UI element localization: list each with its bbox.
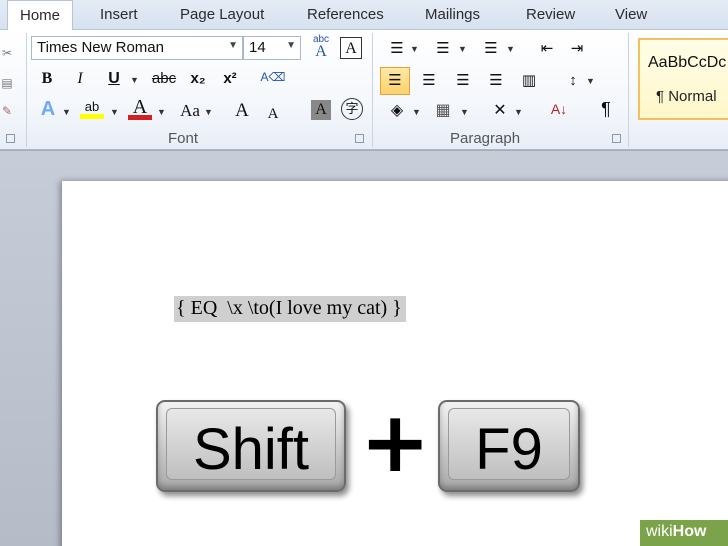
asian-layout-icon[interactable]: ✕ — [488, 100, 512, 122]
ribbon: ✂ ▤ ✎ Times New Roman ▼ 14 ▼ abc A A B I … — [0, 30, 728, 150]
field-code[interactable]: { EQ \x \to(I love my cat) } — [174, 296, 406, 322]
chevron-down-icon[interactable]: ▼ — [110, 107, 119, 117]
shift-key: Shift — [156, 400, 346, 492]
justify-icon[interactable]: ☰ — [485, 70, 507, 92]
ribbon-tabs: Home Insert Page Layout References Maili… — [0, 0, 728, 31]
clear-formatting-icon[interactable]: A⌫ — [260, 66, 286, 88]
font-color-label: A — [132, 96, 148, 118]
group-separator — [26, 33, 27, 147]
sort-button[interactable]: A↓ — [545, 98, 573, 120]
underline-button[interactable]: U — [104, 68, 124, 90]
chevron-down-icon[interactable]: ▼ — [412, 107, 421, 117]
style-name: ¶ Normal — [656, 88, 717, 105]
phonetic-guide-icon[interactable]: abc A — [309, 34, 333, 60]
borders-icon[interactable]: ▦ — [432, 100, 454, 122]
show-formatting-button[interactable]: ¶ — [596, 98, 616, 120]
highlight-button[interactable]: ab — [80, 96, 104, 119]
font-name-value: Times New Roman — [37, 39, 164, 56]
font-name-combo[interactable]: Times New Roman ▼ — [31, 36, 243, 60]
bullets-icon[interactable]: ☰ — [386, 38, 408, 60]
style-normal[interactable]: AaBbCcDc ¶ Normal — [638, 38, 728, 120]
paragraph-group-label: Paragraph — [450, 130, 521, 147]
bold-button[interactable]: B — [37, 68, 57, 90]
wikihow-watermark: wikiHow — [640, 520, 728, 546]
increase-indent-icon[interactable]: ⇥ — [566, 38, 588, 60]
group-separator — [628, 33, 629, 147]
chevron-down-icon: ▼ — [228, 40, 238, 51]
paragraph-dialog-launcher-icon[interactable] — [612, 134, 621, 143]
format-painter-icon[interactable]: ✎ — [0, 100, 14, 122]
character-border-icon[interactable]: A — [340, 37, 362, 59]
chevron-down-icon[interactable]: ▼ — [586, 76, 595, 86]
chevron-down-icon[interactable]: ▼ — [410, 44, 419, 54]
font-size-combo[interactable]: 14 ▼ — [243, 36, 301, 60]
align-left-button[interactable]: ☰ — [380, 67, 410, 95]
chevron-down-icon[interactable]: ▼ — [157, 107, 166, 117]
f9-key-label: F9 — [475, 417, 543, 482]
watermark-prefix: wiki — [646, 523, 673, 540]
clipboard-launcher-icon[interactable] — [6, 134, 15, 143]
copy-icon[interactable]: ▤ — [0, 72, 14, 94]
tab-mailings[interactable]: Mailings — [425, 6, 480, 23]
tab-view[interactable]: View — [615, 6, 647, 23]
text-effects-button[interactable]: A — [36, 98, 60, 120]
highlight-label: ab — [84, 99, 100, 114]
change-case-button[interactable]: Aa — [176, 100, 204, 122]
chevron-down-icon: ▼ — [286, 40, 296, 51]
superscript-button[interactable]: x² — [218, 68, 242, 90]
plus-sign: + — [360, 393, 431, 491]
character-shading-button[interactable]: A — [311, 100, 331, 120]
align-right-icon[interactable]: ☰ — [452, 70, 474, 92]
numbering-icon[interactable]: ☰ — [432, 38, 454, 60]
grow-font-button[interactable]: A — [232, 100, 252, 122]
shift-key-label: Shift — [192, 417, 310, 482]
style-sample: AaBbCcDc — [648, 54, 727, 71]
font-color-button[interactable]: A — [128, 96, 152, 120]
subscript-button[interactable]: x₂ — [186, 68, 210, 90]
tab-page-layout[interactable]: Page Layout — [180, 6, 264, 23]
chevron-down-icon[interactable]: ▼ — [458, 44, 467, 54]
chevron-down-icon[interactable]: ▼ — [204, 107, 213, 117]
tab-home[interactable]: Home — [7, 0, 74, 31]
chevron-down-icon[interactable]: ▼ — [62, 107, 71, 117]
shading-icon[interactable]: ◈ — [386, 100, 408, 122]
multilevel-list-icon[interactable]: ☰ — [480, 38, 502, 60]
strikethrough-button[interactable]: abc — [149, 68, 179, 90]
chevron-down-icon[interactable]: ▼ — [506, 44, 515, 54]
tab-references[interactable]: References — [307, 6, 384, 23]
font-group-label: Font — [168, 130, 199, 147]
chevron-down-icon[interactable]: ▼ — [130, 75, 139, 85]
line-spacing-icon[interactable]: ↕ — [562, 70, 584, 92]
distributed-icon[interactable]: ▥ — [518, 70, 540, 92]
cut-icon[interactable]: ✂ — [0, 42, 14, 64]
shrink-font-button[interactable]: A — [264, 103, 282, 125]
watermark-suffix: How — [672, 523, 707, 540]
align-center-icon[interactable]: ☰ — [418, 70, 440, 92]
italic-button[interactable]: I — [70, 68, 90, 90]
f9-key: F9 — [438, 400, 580, 492]
font-dialog-launcher-icon[interactable] — [355, 134, 364, 143]
decrease-indent-icon[interactable]: ⇤ — [536, 38, 558, 60]
chevron-down-icon[interactable]: ▼ — [514, 107, 523, 117]
tab-review[interactable]: Review — [526, 6, 575, 23]
font-size-value: 14 — [249, 39, 266, 56]
enclose-characters-button[interactable]: 字 — [341, 98, 363, 120]
chevron-down-icon[interactable]: ▼ — [460, 107, 469, 117]
tab-insert[interactable]: Insert — [100, 6, 138, 23]
group-separator — [372, 33, 373, 147]
highlight-color-bar — [80, 114, 104, 119]
